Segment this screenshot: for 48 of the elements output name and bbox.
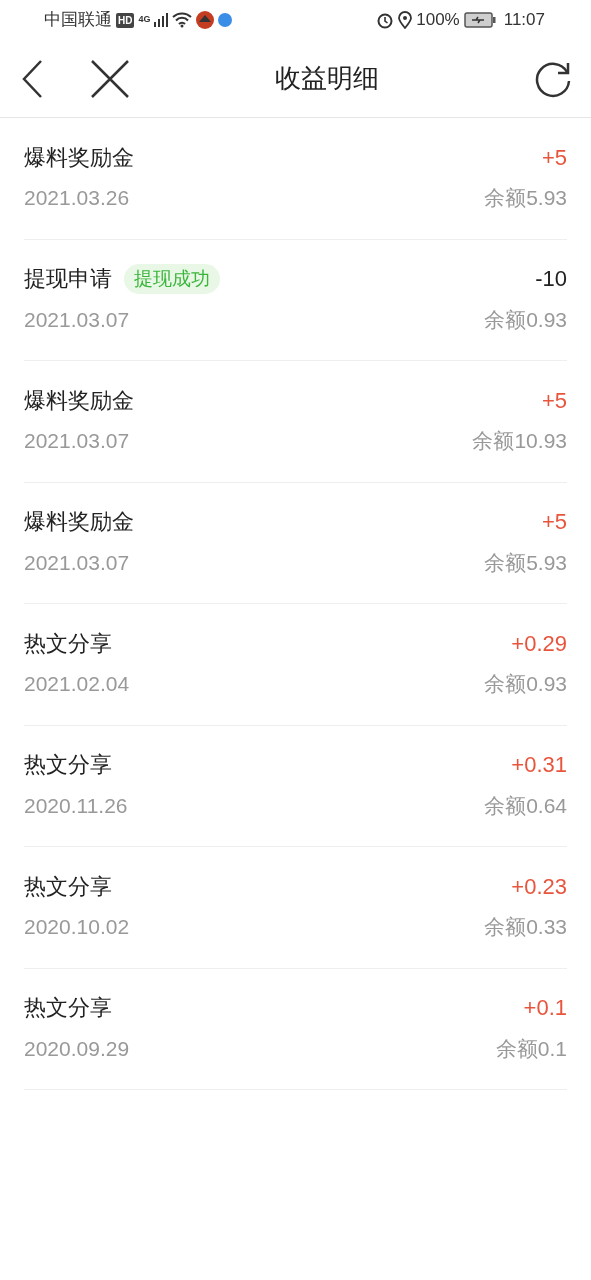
balance-value: 余额0.93	[484, 671, 567, 697]
record-title: 热文分享	[24, 872, 112, 901]
amount-value: +0.31	[511, 751, 567, 779]
record-date: 2021.03.07	[24, 549, 130, 576]
record-date: 2020.11.26	[24, 792, 128, 819]
record-date: 2021.03.07	[24, 306, 130, 333]
back-icon	[21, 58, 43, 99]
amount-value: +0.29	[511, 629, 567, 658]
record-title: 热文分享	[24, 751, 112, 779]
page-title: 收益明细	[273, 62, 380, 95]
record-date: 2020.10.02	[24, 914, 130, 940]
balance-value: 余额0.93	[484, 306, 567, 333]
carrier-name: 中国联通	[44, 9, 112, 32]
balance-value: 余额0.64	[484, 792, 567, 819]
balance-value: 余额0.1	[495, 1035, 567, 1062]
clock-time: 11:07	[503, 9, 545, 32]
alarm-icon	[376, 11, 395, 29]
balance-value: 余额0.33	[484, 914, 567, 940]
amount-value: +0.1	[523, 994, 567, 1022]
record-title: 爆料奖励金	[24, 143, 134, 172]
balance-value: 余额5.93	[484, 549, 567, 576]
amount-value: +5	[541, 508, 567, 536]
record-title: 爆料奖励金	[24, 508, 134, 536]
record-date: 2020.09.29	[24, 1035, 130, 1062]
record-date: 2021.03.07	[24, 428, 130, 454]
location-icon	[398, 11, 413, 29]
battery-percent: 100%	[416, 9, 460, 32]
amount-value: +5	[541, 386, 567, 415]
amount-value: +0.23	[511, 872, 567, 901]
amount-value: -10	[535, 265, 567, 293]
battery-icon	[463, 12, 496, 28]
signal-icon	[154, 13, 169, 27]
record-date: 2021.02.04	[24, 671, 130, 697]
record-title: 热文分享	[24, 994, 112, 1022]
hd-badge: HD	[116, 12, 135, 28]
status-tag: 提现成功	[124, 263, 220, 294]
app-icon	[218, 13, 233, 27]
record-title: 爆料奖励金	[24, 386, 134, 415]
record-date: 2021.03.26	[24, 185, 130, 211]
balance-value: 余额5.93	[484, 185, 567, 211]
record-title: 热文分享	[24, 629, 112, 658]
close-icon	[91, 59, 129, 98]
balance-value: 余额10.93	[472, 428, 567, 454]
wifi-icon	[172, 12, 193, 28]
amount-value: +5	[541, 143, 567, 172]
app-icon	[196, 11, 215, 29]
network-type: 4G	[138, 15, 151, 25]
record-title: 提现申请	[24, 265, 112, 293]
